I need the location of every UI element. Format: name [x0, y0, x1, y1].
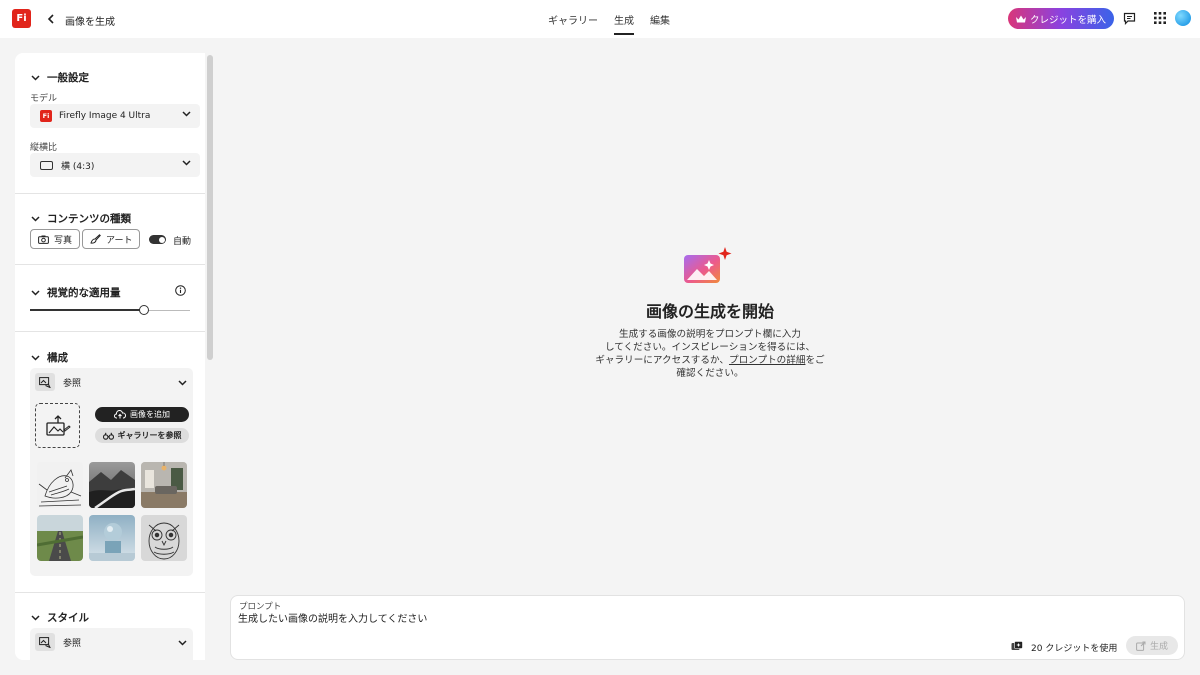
chevron-down-icon: [31, 354, 40, 361]
back-button[interactable]: [44, 10, 58, 28]
apps-button[interactable]: [1152, 10, 1168, 26]
buy-credits-label: クレジットを購入: [1029, 14, 1106, 26]
landscape-icon: [40, 160, 53, 170]
model-select[interactable]: Fi Firefly Image 4 Ultra: [30, 104, 200, 128]
gallery-thumb-green-road[interactable]: [37, 515, 83, 561]
description-line-2: してください。インスピレーションを得るには、: [604, 342, 816, 353]
composition-header[interactable]: 構成: [31, 350, 68, 365]
composition-reference-header[interactable]: 参照: [35, 373, 81, 391]
aspect-ratio-select[interactable]: 横 (4:3): [30, 153, 200, 177]
chevron-down-icon: [182, 160, 191, 166]
browse-gallery-button[interactable]: ギャラリーを参照: [95, 428, 189, 443]
tab-edit[interactable]: 編集: [642, 0, 678, 38]
avatar[interactable]: [1175, 10, 1191, 26]
general-settings-title: 一般設定: [47, 72, 89, 84]
art-label: アート: [106, 235, 133, 246]
reference-icon: [35, 633, 55, 651]
browse-gallery-label: ギャラリーを参照: [117, 431, 182, 440]
camera-icon: [38, 235, 49, 244]
chevron-down-icon: [182, 111, 191, 117]
generate-label: 生成: [1149, 642, 1168, 652]
chevron-down-icon: [31, 215, 40, 222]
description-line-3-text: ギャラリーにアクセスするか、: [595, 355, 729, 366]
description-line-3-tail: をご: [805, 355, 825, 366]
photo-label: 写真: [54, 235, 73, 246]
chevron-down-icon[interactable]: [178, 380, 187, 386]
composition-reference-label: 参照: [63, 378, 82, 389]
page-title: 画像を生成: [65, 17, 115, 28]
image-upload-dropzone[interactable]: [35, 403, 80, 448]
gallery-thumb-mountain-river[interactable]: [89, 462, 135, 508]
content-type-header[interactable]: コンテンツの種類: [31, 211, 131, 226]
gallery-thumb-bird-sketch[interactable]: [37, 462, 83, 508]
chevron-down-icon: [31, 74, 40, 81]
firefly-mini-logo: Fi: [40, 110, 52, 122]
credits-usage-text: 20 クレジットを使用: [1031, 644, 1118, 654]
auto-label: 自動: [173, 237, 192, 247]
art-chip[interactable]: アート: [82, 229, 141, 249]
buy-credits-button[interactable]: クレジットを購入: [1008, 8, 1114, 29]
firefly-logo[interactable]: Fi: [12, 9, 31, 28]
feedback-button[interactable]: [1121, 10, 1137, 26]
chat-bubble-icon: [1123, 12, 1135, 25]
description-line-3: ギャラリーにアクセスするか、プロンプトの詳細をご: [580, 354, 840, 367]
reference-icon: [35, 373, 55, 391]
top-bar: Fi 画像を生成 ギャラリー 生成 編集 クレジットを購入: [0, 0, 1200, 38]
tab-generate[interactable]: 生成: [606, 0, 642, 38]
composition-title: 構成: [47, 352, 68, 364]
binoculars-icon: [102, 432, 114, 440]
general-settings-header[interactable]: 一般設定: [31, 70, 89, 85]
model-label: モデル: [30, 94, 58, 104]
aspect-ratio-value: 横 (4:3): [61, 161, 95, 172]
prompt-box: プロンプト 20 クレジットを使用 生成: [230, 595, 1185, 660]
brush-icon: [90, 234, 101, 244]
intensity-slider-fill: [30, 309, 142, 311]
prompt-input[interactable]: [238, 611, 998, 627]
gallery-thumb-sphere[interactable]: [89, 515, 135, 561]
add-image-label: 画像を追加: [130, 410, 170, 419]
chevron-down-icon: [31, 614, 40, 621]
photo-chip[interactable]: 写真: [30, 229, 81, 249]
prompt-details-link[interactable]: プロンプトの詳細: [729, 355, 805, 366]
upload-image-icon: [45, 414, 71, 436]
style-header[interactable]: スタイル: [31, 610, 89, 625]
style-reference-header[interactable]: 参照: [35, 633, 81, 651]
style-reference-box: 参照: [30, 628, 193, 660]
gallery-thumb-owl[interactable]: [141, 515, 187, 561]
generate-button[interactable]: 生成: [1126, 636, 1178, 655]
description-line-4: 確認ください。: [676, 368, 744, 379]
model-value: Firefly Image 4 Ultra: [59, 111, 151, 121]
visual-intensity-header[interactable]: 視覚的な適用量: [31, 285, 121, 300]
general-settings-section: 一般設定 モデル Fi Firefly Image 4 Ultra 縦横比 横 …: [15, 53, 205, 194]
credits-icon: [1011, 641, 1023, 650]
generate-icon: [1136, 641, 1146, 651]
panel-scrollbar[interactable]: [207, 55, 213, 360]
chevron-down-icon: [31, 289, 40, 296]
aspect-ratio-label: 縦横比: [30, 143, 58, 153]
visual-intensity-title: 視覚的な適用量: [47, 287, 121, 299]
add-image-button[interactable]: 画像を追加: [95, 407, 189, 422]
empty-state-title: 画像の生成を開始: [645, 302, 774, 321]
description-line-1: 生成する画像の説明をプロンプト欄に入力: [619, 329, 801, 340]
style-reference-label: 参照: [63, 638, 82, 649]
empty-state-description: 生成する画像の説明をプロンプト欄に入力 してください。インスピレーションを得るに…: [580, 328, 840, 380]
image-sparkle-icon: [684, 247, 732, 283]
grid-icon: [1154, 12, 1166, 24]
style-title: スタイル: [47, 612, 89, 624]
cloud-upload-icon: [114, 410, 126, 419]
auto-toggle[interactable]: [149, 235, 166, 244]
gallery-thumb-living-room[interactable]: [141, 462, 187, 508]
settings-panel: 一般設定 モデル Fi Firefly Image 4 Ultra 縦横比 横 …: [15, 53, 205, 660]
crown-icon: [1015, 15, 1026, 22]
chevron-down-icon[interactable]: [178, 640, 187, 646]
intensity-slider-thumb[interactable]: [139, 305, 149, 315]
chevron-left-icon: [47, 14, 54, 24]
content-type-title: コンテンツの種類: [47, 213, 131, 225]
info-icon[interactable]: [175, 285, 186, 296]
tab-gallery[interactable]: ギャラリー: [540, 0, 606, 38]
nav-tabs: ギャラリー 生成 編集: [540, 0, 678, 38]
